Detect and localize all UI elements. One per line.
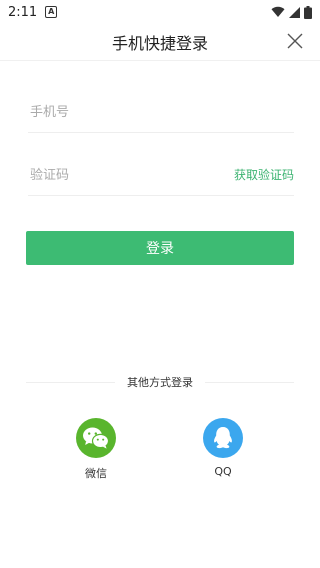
- get-code-button[interactable]: 获取验证码: [234, 166, 294, 183]
- phone-input[interactable]: [28, 94, 222, 130]
- qq-icon: [203, 418, 243, 458]
- status-time: 2:11: [8, 4, 38, 20]
- page-title: 手机快捷登录: [111, 34, 208, 53]
- qq-label: QQ: [214, 465, 232, 478]
- status-bar: 2:11 A: [0, 0, 320, 24]
- wifi-icon: [271, 6, 285, 17]
- verification-code-input[interactable]: [28, 157, 222, 193]
- wechat-icon: [76, 418, 116, 458]
- login-button[interactable]: 登录: [26, 231, 294, 265]
- divider-line-right: [205, 381, 294, 383]
- status-icons: [271, 5, 312, 19]
- other-login-title: 其他方式登录: [127, 376, 193, 389]
- wechat-login-button[interactable]: 微信: [66, 418, 126, 481]
- phone-field: [28, 94, 294, 133]
- code-field: 获取验证码: [28, 157, 294, 196]
- qq-login-button[interactable]: QQ: [193, 418, 253, 478]
- divider-line-left: [26, 381, 115, 383]
- signal-icon: [289, 6, 300, 18]
- status-left: 2:11 A: [8, 4, 58, 20]
- wechat-label: 微信: [85, 467, 107, 480]
- header: 手机快捷登录: [0, 24, 320, 61]
- battery-icon: [304, 5, 312, 19]
- close-icon[interactable]: [286, 32, 304, 50]
- notification-icon: A: [45, 6, 58, 18]
- other-login-divider: 其他方式登录: [26, 374, 294, 390]
